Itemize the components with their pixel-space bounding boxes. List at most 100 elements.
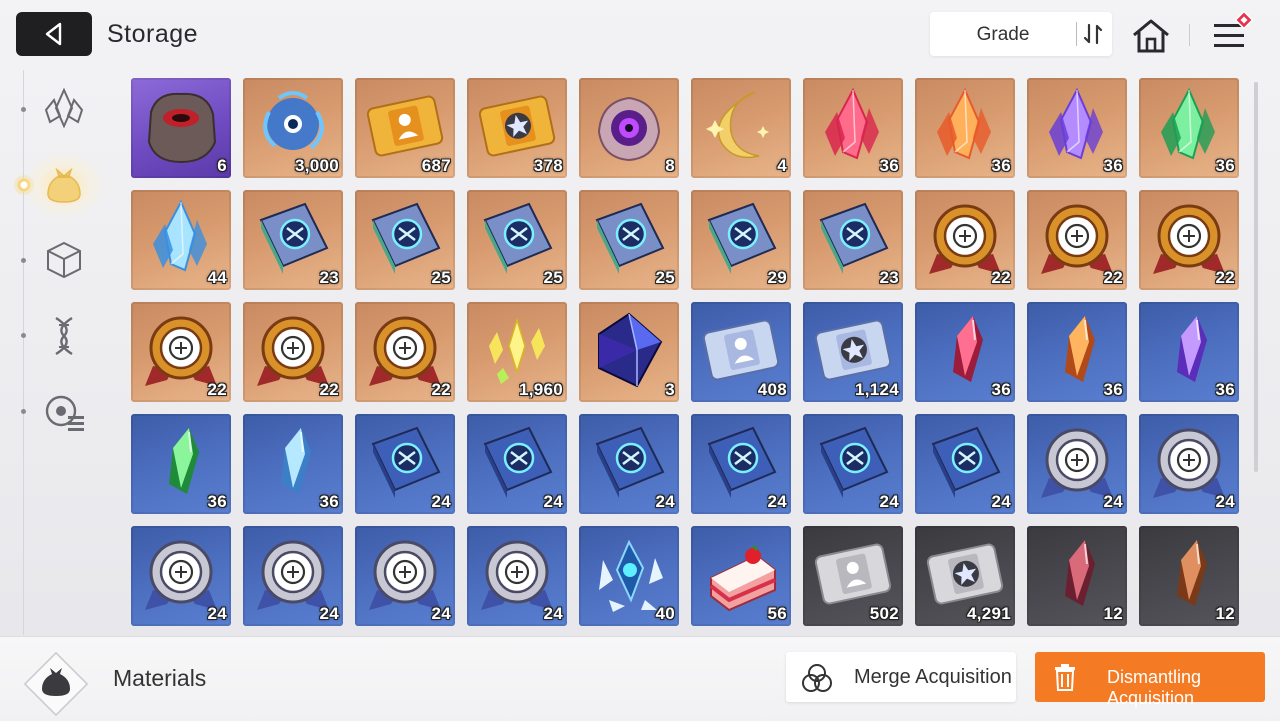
book-blue-icon: [819, 426, 889, 498]
book-blue-icon: [931, 426, 1001, 498]
dark-rock-item[interactable]: 6: [131, 78, 231, 178]
strawberry-cake-item[interactable]: 56: [691, 526, 791, 626]
bolt-medal-item[interactable]: 22: [243, 302, 343, 402]
blue-spirit-item[interactable]: 3,000: [243, 78, 343, 178]
cube-icon: [598, 312, 663, 388]
item-quantity: 24: [1215, 492, 1235, 511]
silver-sword-medal-item[interactable]: 24: [1027, 414, 1127, 514]
purple-crystal-item[interactable]: 36: [1027, 78, 1127, 178]
item-quantity: 12: [1215, 604, 1235, 623]
crystal-red-icon: [825, 87, 879, 160]
wing-book-item[interactable]: 25: [579, 190, 679, 290]
target-medal-item[interactable]: 22: [355, 302, 455, 402]
shield-medal-item[interactable]: 22: [1027, 190, 1127, 290]
eye-book-item[interactable]: 25: [467, 190, 567, 290]
eye-medal-item[interactable]: 22: [1139, 190, 1239, 290]
item-quantity: 25: [655, 268, 675, 287]
item-quantity: 29: [767, 268, 787, 287]
orange-crystal-item[interactable]: 36: [915, 78, 1015, 178]
silver-shield-medal-item[interactable]: 24: [1139, 414, 1239, 514]
sidebar-tab-materials[interactable]: [40, 160, 88, 208]
crystal-icon: [44, 87, 84, 129]
page-title: Storage: [107, 20, 199, 48]
silver-wing-medal-item[interactable]: 24: [243, 526, 343, 626]
blue-sword-book-item[interactable]: 24: [355, 414, 455, 514]
gold-star-ticket-item[interactable]: 378: [467, 78, 567, 178]
eye-rock-item[interactable]: 8: [579, 78, 679, 178]
red-crystal-item[interactable]: 36: [803, 78, 903, 178]
shard-red-icon: [953, 316, 983, 382]
wing-medal-item[interactable]: 22: [131, 302, 231, 402]
green-crystal-item[interactable]: 36: [1139, 78, 1239, 178]
item-quantity: 36: [1215, 156, 1235, 175]
ice-icon: [599, 539, 663, 612]
orange-shard-item[interactable]: 36: [1027, 302, 1127, 402]
blue-wing-book-item[interactable]: 24: [691, 414, 791, 514]
menu-icon[interactable]: [1208, 10, 1260, 56]
medal-gold-icon: [369, 316, 441, 386]
book-icon: [707, 202, 777, 274]
item-quantity: 24: [543, 604, 563, 623]
purple-shard-item[interactable]: 36: [1139, 302, 1239, 402]
medal-gold-icon: [257, 316, 329, 386]
gold-shards-item[interactable]: 1,960: [467, 302, 567, 402]
silver-eye-medal-item[interactable]: 24: [131, 526, 231, 626]
sidebar-tab-genes[interactable]: [40, 312, 88, 360]
shard-dullorange-icon: [1177, 540, 1207, 606]
moon-feather-item[interactable]: 4: [691, 78, 791, 178]
dismantling-acquisition-button[interactable]: Dismantling Acquisition: [1035, 652, 1265, 708]
sidebar-rail-dot: [21, 409, 26, 414]
sidebar-tab-cubes[interactable]: [40, 236, 88, 284]
silver-bolt-medal-item[interactable]: 24: [355, 526, 455, 626]
blue-shield-book-item[interactable]: 24: [467, 414, 567, 514]
blue-crystal-item[interactable]: 44: [131, 190, 231, 290]
sword-book-item[interactable]: 23: [243, 190, 343, 290]
shard-blue-icon: [281, 428, 311, 494]
item-quantity: 56: [767, 604, 787, 623]
grade-sort-label: Grade: [976, 24, 1030, 45]
ticket-star-gray-icon: [926, 543, 1004, 605]
item-quantity: 24: [543, 492, 563, 511]
medal-gold-icon: [1041, 204, 1113, 274]
blue-bolt-book-item[interactable]: 24: [803, 414, 903, 514]
red-shard-item[interactable]: 36: [915, 302, 1015, 402]
target-book-item[interactable]: 23: [803, 190, 903, 290]
item-quantity: 40: [655, 604, 675, 623]
blue-eye-book-item[interactable]: 24: [579, 414, 679, 514]
dark-cube-item[interactable]: 3: [579, 302, 679, 402]
sword-medal-item[interactable]: 22: [915, 190, 1015, 290]
silver-profile-ticket-item[interactable]: 408: [691, 302, 791, 402]
item-quantity: 24: [1103, 492, 1123, 511]
crystal-blue-icon: [153, 199, 207, 272]
sort-order-icon[interactable]: [1076, 20, 1112, 48]
gray-star-ticket-item[interactable]: 4,291: [915, 526, 1015, 626]
grade-sort-dropdown[interactable]: Grade: [930, 12, 1112, 56]
eye-icon: [597, 96, 661, 162]
inventory-scrollbar[interactable]: [1254, 82, 1258, 472]
gray-profile-ticket-item[interactable]: 502: [803, 526, 903, 626]
item-quantity: 36: [319, 492, 339, 511]
item-quantity: 22: [319, 380, 339, 399]
back-button[interactable]: [16, 12, 92, 56]
book-icon: [259, 202, 329, 274]
ice-crystal-item[interactable]: 40: [579, 526, 679, 626]
green-shard-item[interactable]: 36: [131, 414, 231, 514]
blue-shard-item[interactable]: 36: [243, 414, 343, 514]
shield-book-item[interactable]: 25: [355, 190, 455, 290]
merge-acquisition-button[interactable]: Merge Acquisition: [786, 652, 1016, 702]
home-icon[interactable]: [1130, 16, 1172, 56]
item-quantity: 22: [431, 380, 451, 399]
blue-target-book-item[interactable]: 24: [915, 414, 1015, 514]
gold-profile-ticket-item[interactable]: 687: [355, 78, 455, 178]
cube-icon: [47, 241, 81, 279]
item-quantity: 36: [991, 380, 1011, 399]
item-quantity: 3: [665, 380, 675, 399]
dull-red-shard-item[interactable]: 12: [1027, 526, 1127, 626]
dull-orange-shard-item[interactable]: 12: [1139, 526, 1239, 626]
silver-target-medal-item[interactable]: 24: [467, 526, 567, 626]
silver-star-ticket-item[interactable]: 1,124: [803, 302, 903, 402]
bolt-book-item[interactable]: 29: [691, 190, 791, 290]
shard-orange-icon: [1065, 316, 1095, 382]
sidebar-tab-list[interactable]: [40, 388, 88, 436]
sidebar-tab-crystals[interactable]: [40, 84, 88, 132]
